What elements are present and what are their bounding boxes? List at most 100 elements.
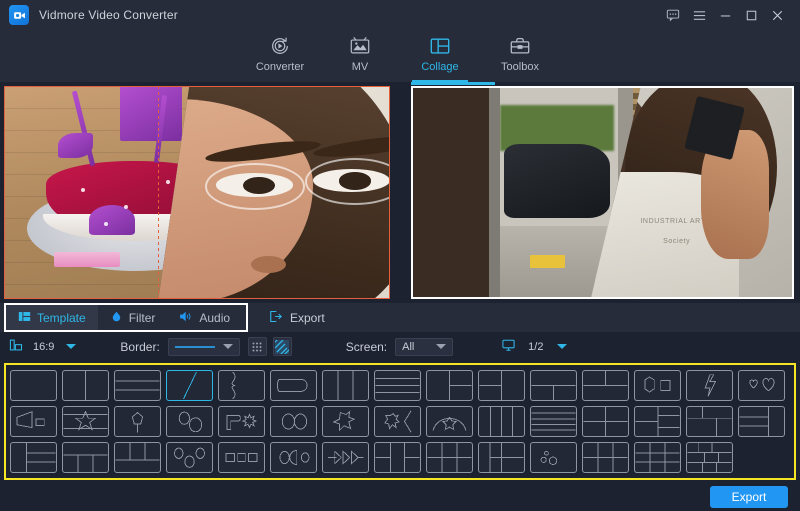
template-six-grid-b[interactable]	[582, 442, 629, 473]
template-left-rows[interactable]	[10, 442, 57, 473]
template-quad-alt[interactable]	[686, 406, 733, 437]
close-icon[interactable]	[764, 2, 790, 28]
template-star-band[interactable]	[62, 406, 109, 437]
editing-canvas[interactable]	[4, 86, 390, 299]
shirt-text-line2: Society	[663, 238, 690, 245]
page-control[interactable]: 1/2	[501, 338, 567, 355]
aspect-ratio-value: 16:9	[33, 341, 54, 353]
template-three-ovals[interactable]	[166, 442, 213, 473]
tab-template[interactable]: Template	[6, 305, 98, 330]
export-link[interactable]: Export	[268, 309, 325, 327]
template-two-ovals-sm[interactable]	[166, 406, 213, 437]
template-single[interactable]	[10, 370, 57, 401]
template-2left-right[interactable]	[478, 370, 525, 401]
collage-editing-preview[interactable]	[0, 82, 400, 303]
template-oval-pac-oval[interactable]	[270, 442, 317, 473]
options-bar: 16:9 Border: Screen: All	[0, 332, 800, 361]
screen-select[interactable]: All	[395, 338, 453, 356]
filter-icon	[110, 310, 123, 326]
template-3row[interactable]	[114, 370, 161, 401]
template-left-quad[interactable]	[478, 442, 525, 473]
template-3col[interactable]	[322, 370, 369, 401]
converter-icon	[269, 34, 291, 58]
edit-tab-group: Template Filter Audio	[4, 303, 248, 332]
vidmore-logo-icon	[9, 5, 29, 25]
main-nav: Converter MV Collage	[0, 30, 800, 82]
nav-tab-collage[interactable]: Collage	[400, 30, 480, 82]
template-2top-bottom[interactable]	[582, 370, 629, 401]
template-puzzle[interactable]	[322, 406, 369, 437]
template-two-ovals[interactable]	[270, 406, 317, 437]
template-arch-star[interactable]	[426, 406, 473, 437]
toolbox-icon	[509, 34, 531, 58]
template-icon	[18, 310, 31, 326]
aspect-ratio-chevron-down-icon[interactable]	[66, 344, 76, 349]
mv-icon	[349, 34, 371, 58]
template-zigzag[interactable]	[686, 370, 733, 401]
monitor-icon	[501, 338, 516, 355]
page-value: 1/2	[528, 341, 543, 353]
border-pattern-button[interactable]	[273, 337, 292, 356]
template-row	[10, 406, 790, 437]
template-gallery[interactable]	[4, 363, 796, 480]
template-flag-sun[interactable]	[218, 406, 265, 437]
screen-chevron-down-icon[interactable]	[436, 344, 446, 349]
tab-filter[interactable]: Filter	[98, 305, 168, 330]
template-arrows[interactable]	[322, 442, 369, 473]
template-diagonal[interactable]	[166, 370, 213, 401]
aspect-ratio-control[interactable]: 16:9	[9, 338, 76, 355]
template-bubbles[interactable]	[530, 442, 577, 473]
collage-result-preview: INDUSTRIAL ARTIST Society	[400, 82, 800, 303]
collage-icon	[429, 34, 451, 58]
template-top-3bottom[interactable]	[62, 442, 109, 473]
page-chevron-down-icon[interactable]	[557, 344, 567, 349]
template-left-2right[interactable]	[426, 370, 473, 401]
nav-tab-mv-label: MV	[352, 61, 369, 73]
menu-icon[interactable]	[686, 2, 712, 28]
border-style-select[interactable]	[168, 338, 240, 356]
template-rows-right[interactable]	[738, 406, 785, 437]
template-row	[10, 370, 790, 401]
tab-audio-label: Audio	[199, 311, 230, 325]
minimize-icon[interactable]	[712, 2, 738, 28]
template-mixed-grid[interactable]	[686, 442, 733, 473]
nav-tab-converter[interactable]: Converter	[240, 30, 320, 82]
template-quad[interactable]	[582, 406, 629, 437]
export-button[interactable]: Export	[710, 486, 788, 508]
template-col-split[interactable]	[374, 442, 421, 473]
template-megaphone[interactable]	[10, 406, 57, 437]
template-hex-square[interactable]	[634, 370, 681, 401]
nav-tab-toolbox[interactable]: Toolbox	[480, 30, 560, 82]
template-3top-bottom[interactable]	[114, 442, 161, 473]
feedback-icon[interactable]	[660, 2, 686, 28]
tab-template-label: Template	[37, 311, 86, 325]
nav-tab-converter-label: Converter	[256, 61, 304, 73]
maximize-icon[interactable]	[738, 2, 764, 28]
template-4row[interactable]	[374, 370, 421, 401]
template-two-hearts[interactable]	[738, 370, 785, 401]
template-nine-grid[interactable]	[634, 442, 681, 473]
tab-audio[interactable]: Audio	[167, 305, 242, 330]
template-offset-quad[interactable]	[634, 406, 681, 437]
border-color-button[interactable]	[248, 337, 267, 356]
export-link-label: Export	[290, 311, 325, 325]
template-arc-cut[interactable]	[218, 370, 265, 401]
template-pentagon[interactable]	[114, 406, 161, 437]
border-style-preview	[175, 346, 215, 348]
template-rounded-blob[interactable]	[270, 370, 317, 401]
template-4col[interactable]	[478, 406, 525, 437]
template-three-squares[interactable]	[218, 442, 265, 473]
template-six-grid[interactable]	[426, 442, 473, 473]
border-label: Border:	[120, 340, 159, 354]
window-controls	[660, 2, 800, 28]
nav-tab-collage-label: Collage	[421, 61, 458, 73]
template-5row[interactable]	[530, 406, 577, 437]
result-canvas: INDUSTRIAL ARTIST Society	[411, 86, 794, 299]
nav-tab-mv[interactable]: MV	[320, 30, 400, 82]
template-top-2bottom[interactable]	[530, 370, 577, 401]
screen-label: Screen:	[346, 340, 387, 354]
template-burst-cut[interactable]	[374, 406, 421, 437]
split-divider-handle[interactable]	[158, 86, 159, 299]
border-style-chevron-down-icon[interactable]	[223, 344, 233, 349]
template-2col[interactable]	[62, 370, 109, 401]
